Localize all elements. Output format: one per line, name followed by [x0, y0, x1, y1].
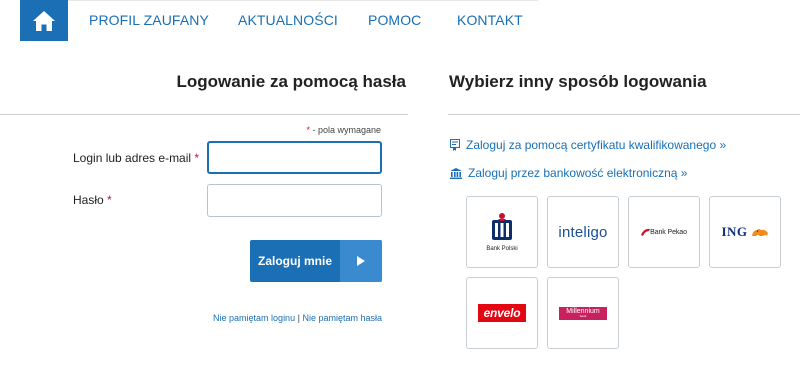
pko-logo-icon — [491, 213, 512, 240]
password-field-label: Hasło * — [73, 193, 112, 207]
nav-divider — [68, 0, 538, 1]
forgot-password-link[interactable]: Nie pamiętam hasła — [302, 313, 382, 323]
bank-tile-millennium[interactable]: Millennium bank — [547, 277, 619, 349]
link-separator: | — [297, 313, 300, 323]
required-note-text: - pola wymagane — [309, 125, 381, 135]
play-arrow-icon — [340, 240, 382, 282]
password-input[interactable] — [207, 184, 382, 217]
top-nav: PROFIL ZAUFANY AKTUALNOŚCI POMOC KONTAKT — [0, 0, 800, 41]
forgot-links: Nie pamiętam loginu | Nie pamiętam hasła — [213, 313, 382, 323]
login-input[interactable] — [207, 141, 382, 174]
inteligo-logo: inteligo — [558, 223, 608, 241]
lion-icon — [751, 228, 768, 236]
bank-tile-inteligo[interactable]: inteligo — [547, 196, 619, 268]
login-heading: Logowanie za pomocą hasła — [176, 72, 406, 91]
bank-tile-pko[interactable]: Bank Polski — [466, 196, 538, 268]
bank-tile-pekao[interactable]: Bank Pekao — [628, 196, 700, 268]
certificate-icon — [450, 139, 460, 151]
login-submit-label: Zaloguj mnie — [257, 254, 332, 268]
login-heading-divider — [0, 114, 408, 115]
envelo-logo: envelo — [478, 304, 526, 322]
nav-item-pomoc[interactable]: POMOC — [368, 12, 421, 28]
required-fields-note: * - pola wymagane — [306, 125, 381, 135]
other-methods-heading: Wybierz inny sposób logowania — [449, 72, 707, 91]
bank-login-link[interactable]: Zaloguj przez bankowość elektroniczną » — [450, 166, 687, 180]
ing-logo: ING — [721, 224, 768, 240]
login-label-text: Login lub adres e-mail — [73, 151, 192, 165]
other-methods-divider — [448, 114, 800, 115]
nav-item-kontakt[interactable]: KONTAKT — [457, 12, 523, 28]
pekao-name: Bank Pekao — [650, 228, 687, 236]
ing-name: ING — [721, 224, 748, 239]
millennium-sub: bank — [579, 314, 587, 318]
bank-tile-envelo[interactable]: envelo — [466, 277, 538, 349]
pko-name: Bank Polski — [486, 246, 518, 252]
required-star: * — [107, 193, 112, 207]
home-button[interactable] — [20, 0, 68, 41]
nav-item-aktualnosci[interactable]: AKTUALNOŚCI — [238, 12, 338, 28]
certificate-login-text: Zaloguj za pomocą certyfikatu kwalifikow… — [466, 138, 727, 152]
bank-icon — [450, 167, 462, 179]
millennium-logo: Millennium bank — [559, 306, 607, 320]
password-label-text: Hasło — [73, 193, 104, 207]
certificate-login-link[interactable]: Zaloguj za pomocą certyfikatu kwalifikow… — [450, 138, 726, 152]
required-star: * — [194, 151, 200, 165]
login-field-label: Login lub adres e-mail * — [73, 151, 199, 165]
pekao-horn-icon — [641, 228, 651, 236]
forgot-login-link[interactable]: Nie pamiętam loginu — [213, 313, 295, 323]
login-submit-button[interactable]: Zaloguj mnie — [250, 240, 382, 282]
bank-login-text: Zaloguj przez bankowość elektroniczną » — [468, 166, 688, 180]
pekao-logo: Bank Pekao — [641, 228, 687, 237]
nav-item-profil-zaufany[interactable]: PROFIL ZAUFANY — [89, 12, 209, 28]
home-icon — [33, 10, 55, 31]
bank-tile-ing[interactable]: ING — [709, 196, 781, 268]
